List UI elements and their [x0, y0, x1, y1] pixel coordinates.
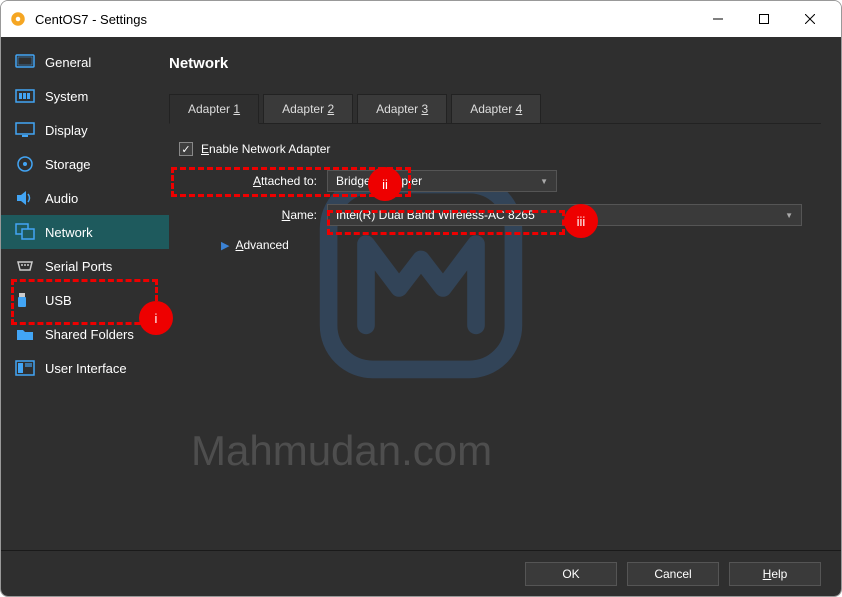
audio-icon [15, 189, 35, 207]
serial-ports-icon [15, 257, 35, 275]
chevron-down-icon: ▼ [785, 211, 793, 220]
settings-window: CentOS7 - Settings Mahmudan.com General … [0, 0, 842, 597]
adapter-tabs: Adapter 1 Adapter 2 Adapter 3 Adapter 4 [169, 94, 821, 124]
sidebar-item-system[interactable]: System [1, 79, 169, 113]
sidebar-item-general[interactable]: General [1, 45, 169, 79]
storage-icon [15, 155, 35, 173]
sidebar-item-label: Storage [45, 157, 91, 172]
sidebar-item-network[interactable]: Network [1, 215, 169, 249]
display-icon [15, 121, 35, 139]
sidebar: General System Display Storage Audio Net… [1, 37, 169, 596]
chevron-down-icon: ▼ [540, 177, 548, 186]
sidebar-item-label: Shared Folders [45, 327, 134, 342]
general-icon [15, 53, 35, 71]
attached-to-label: Attached to: [179, 174, 327, 188]
sidebar-item-shared-folders[interactable]: Shared Folders [1, 317, 169, 351]
triangle-right-icon: ▶ [221, 239, 229, 252]
tab-adapter-4[interactable]: Adapter 4 [451, 94, 541, 123]
sidebar-item-serial-ports[interactable]: Serial Ports [1, 249, 169, 283]
usb-icon [15, 291, 35, 309]
page-title: Network [169, 55, 821, 72]
adapter-panel: ✓ Enable Network Adapter Attached to: Br… [169, 124, 821, 262]
name-row: Name: Intel(R) Dual Band Wireless-AC 826… [179, 204, 811, 226]
content-area: Mahmudan.com General System Display Stor… [1, 37, 841, 596]
shared-folders-icon [15, 325, 35, 343]
tab-adapter-3[interactable]: Adapter 3 [357, 94, 447, 123]
enable-adapter-checkbox[interactable]: ✓ [179, 142, 193, 156]
sidebar-item-user-interface[interactable]: User Interface [1, 351, 169, 385]
tab-adapter-1[interactable]: Adapter 1 [169, 94, 259, 124]
network-icon [15, 223, 35, 241]
button-bar: OK Cancel Help [1, 550, 841, 596]
app-gear-icon [9, 10, 27, 28]
attached-to-dropdown[interactable]: Bridged Adapter ▼ [327, 170, 557, 192]
name-dropdown[interactable]: Intel(R) Dual Band Wireless-AC 8265 ▼ [327, 204, 802, 226]
attached-to-row: Attached to: Bridged Adapter ▼ [179, 170, 811, 192]
window-controls [695, 3, 833, 35]
titlebar: CentOS7 - Settings [1, 1, 841, 37]
sidebar-item-display[interactable]: Display [1, 113, 169, 147]
sidebar-item-audio[interactable]: Audio [1, 181, 169, 215]
sidebar-item-label: System [45, 89, 88, 104]
cancel-button[interactable]: Cancel [627, 562, 719, 586]
sidebar-item-label: Display [45, 123, 88, 138]
attached-to-value: Bridged Adapter [336, 174, 422, 188]
ok-button[interactable]: OK [525, 562, 617, 586]
minimize-button[interactable] [695, 3, 741, 35]
close-button[interactable] [787, 3, 833, 35]
name-label: Name: [179, 208, 327, 222]
advanced-label: Advanced [235, 238, 288, 252]
tab-adapter-2[interactable]: Adapter 2 [263, 94, 353, 123]
maximize-button[interactable] [741, 3, 787, 35]
enable-adapter-row: ✓ Enable Network Adapter [179, 142, 811, 156]
sidebar-item-label: General [45, 55, 91, 70]
sidebar-item-label: Network [45, 225, 93, 240]
main-panel: Network Adapter 1 Adapter 2 Adapter 3 Ad… [169, 37, 841, 596]
sidebar-item-label: Serial Ports [45, 259, 112, 274]
system-icon [15, 87, 35, 105]
user-interface-icon [15, 359, 35, 377]
help-button[interactable]: Help [729, 562, 821, 586]
sidebar-item-label: User Interface [45, 361, 127, 376]
advanced-expander[interactable]: ▶ Advanced [221, 238, 811, 252]
name-value: Intel(R) Dual Band Wireless-AC 8265 [336, 208, 535, 222]
enable-adapter-label: Enable Network Adapter [201, 142, 330, 156]
sidebar-item-storage[interactable]: Storage [1, 147, 169, 181]
sidebar-item-label: Audio [45, 191, 78, 206]
window-title: CentOS7 - Settings [35, 12, 695, 27]
sidebar-item-usb[interactable]: USB [1, 283, 169, 317]
sidebar-item-label: USB [45, 293, 72, 308]
